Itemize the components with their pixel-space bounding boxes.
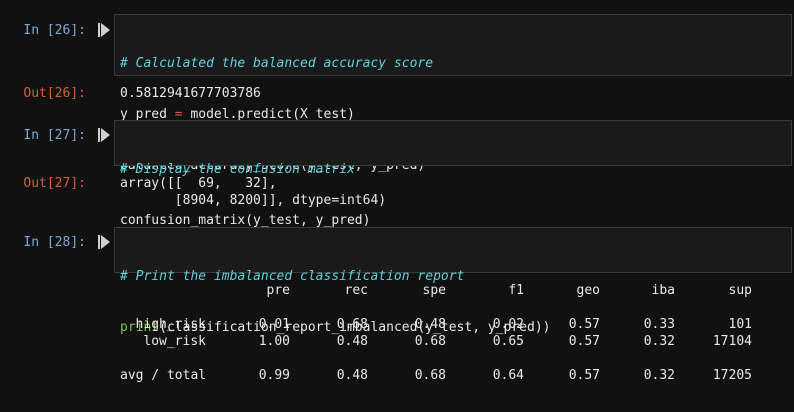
report-cell: 0.02: [492, 317, 524, 332]
report-cell: 0.32: [643, 334, 675, 349]
run-cell-icon[interactable]: [98, 235, 110, 249]
report-cell: 0.99: [258, 368, 290, 383]
input-prompt-26: In [26]:: [23, 23, 86, 38]
report-cell: 0.57: [568, 368, 600, 383]
report-cell: 0.68: [336, 317, 368, 332]
report-cell: 0.32: [643, 368, 675, 383]
output-26: 0.5812941677703786: [120, 86, 261, 101]
report-cell: 0.68: [414, 334, 446, 349]
report-cell: 101: [728, 317, 752, 332]
report-row: low_risk 1.00 0.48 0.68 0.65 0.57 0.32 1…: [120, 333, 780, 350]
report-row-label: low_risk: [143, 334, 206, 349]
run-cell-icon[interactable]: [98, 128, 110, 142]
code-line: # Calculated the balanced accuracy score: [120, 56, 434, 71]
report-header: f1: [508, 283, 524, 298]
report-header: sup: [728, 283, 752, 298]
report-cell: 0.57: [568, 334, 600, 349]
run-cell-icon[interactable]: [98, 23, 110, 37]
report-row: avg / total 0.99 0.48 0.68 0.64 0.57 0.3…: [120, 367, 780, 384]
report-cell: 0.57: [568, 317, 600, 332]
output-prompt-27: Out[27]:: [23, 176, 86, 191]
input-prompt-27: In [27]:: [23, 128, 86, 143]
report-cell: 0.48: [336, 334, 368, 349]
report-cell: 0.48: [336, 368, 368, 383]
report-cell: 0.68: [414, 368, 446, 383]
report-cell: 0.33: [643, 317, 675, 332]
report-cell: 17205: [712, 368, 752, 383]
report-cell: 0.65: [492, 334, 524, 349]
report-cell: 0.64: [492, 368, 524, 383]
report-header: geo: [576, 283, 600, 298]
output-prompt-26: Out[26]:: [23, 86, 86, 101]
output-27: array([[ 69, 32], [8904, 8200]], dtype=i…: [120, 176, 387, 208]
input-prompt-28: In [28]:: [23, 235, 86, 250]
report-cell: 0.48: [414, 317, 446, 332]
report-header: iba: [651, 283, 675, 298]
report-row-label: high_risk: [135, 317, 206, 332]
report-row-label: avg / total: [120, 368, 207, 383]
notebook: In [26]: # Calculated the balanced accur…: [0, 0, 794, 412]
report-header: spe: [422, 283, 446, 298]
report-cell: 1.00: [258, 334, 290, 349]
report-header: pre: [266, 283, 290, 298]
report-row: high_risk 0.01 0.68 0.48 0.02 0.57 0.33 …: [120, 316, 780, 333]
report-cell: 17104: [712, 334, 752, 349]
report-header: rec: [344, 283, 368, 298]
report-cell: 0.01: [258, 317, 290, 332]
report-header-row: pre rec spe f1 geo iba sup: [120, 282, 780, 299]
